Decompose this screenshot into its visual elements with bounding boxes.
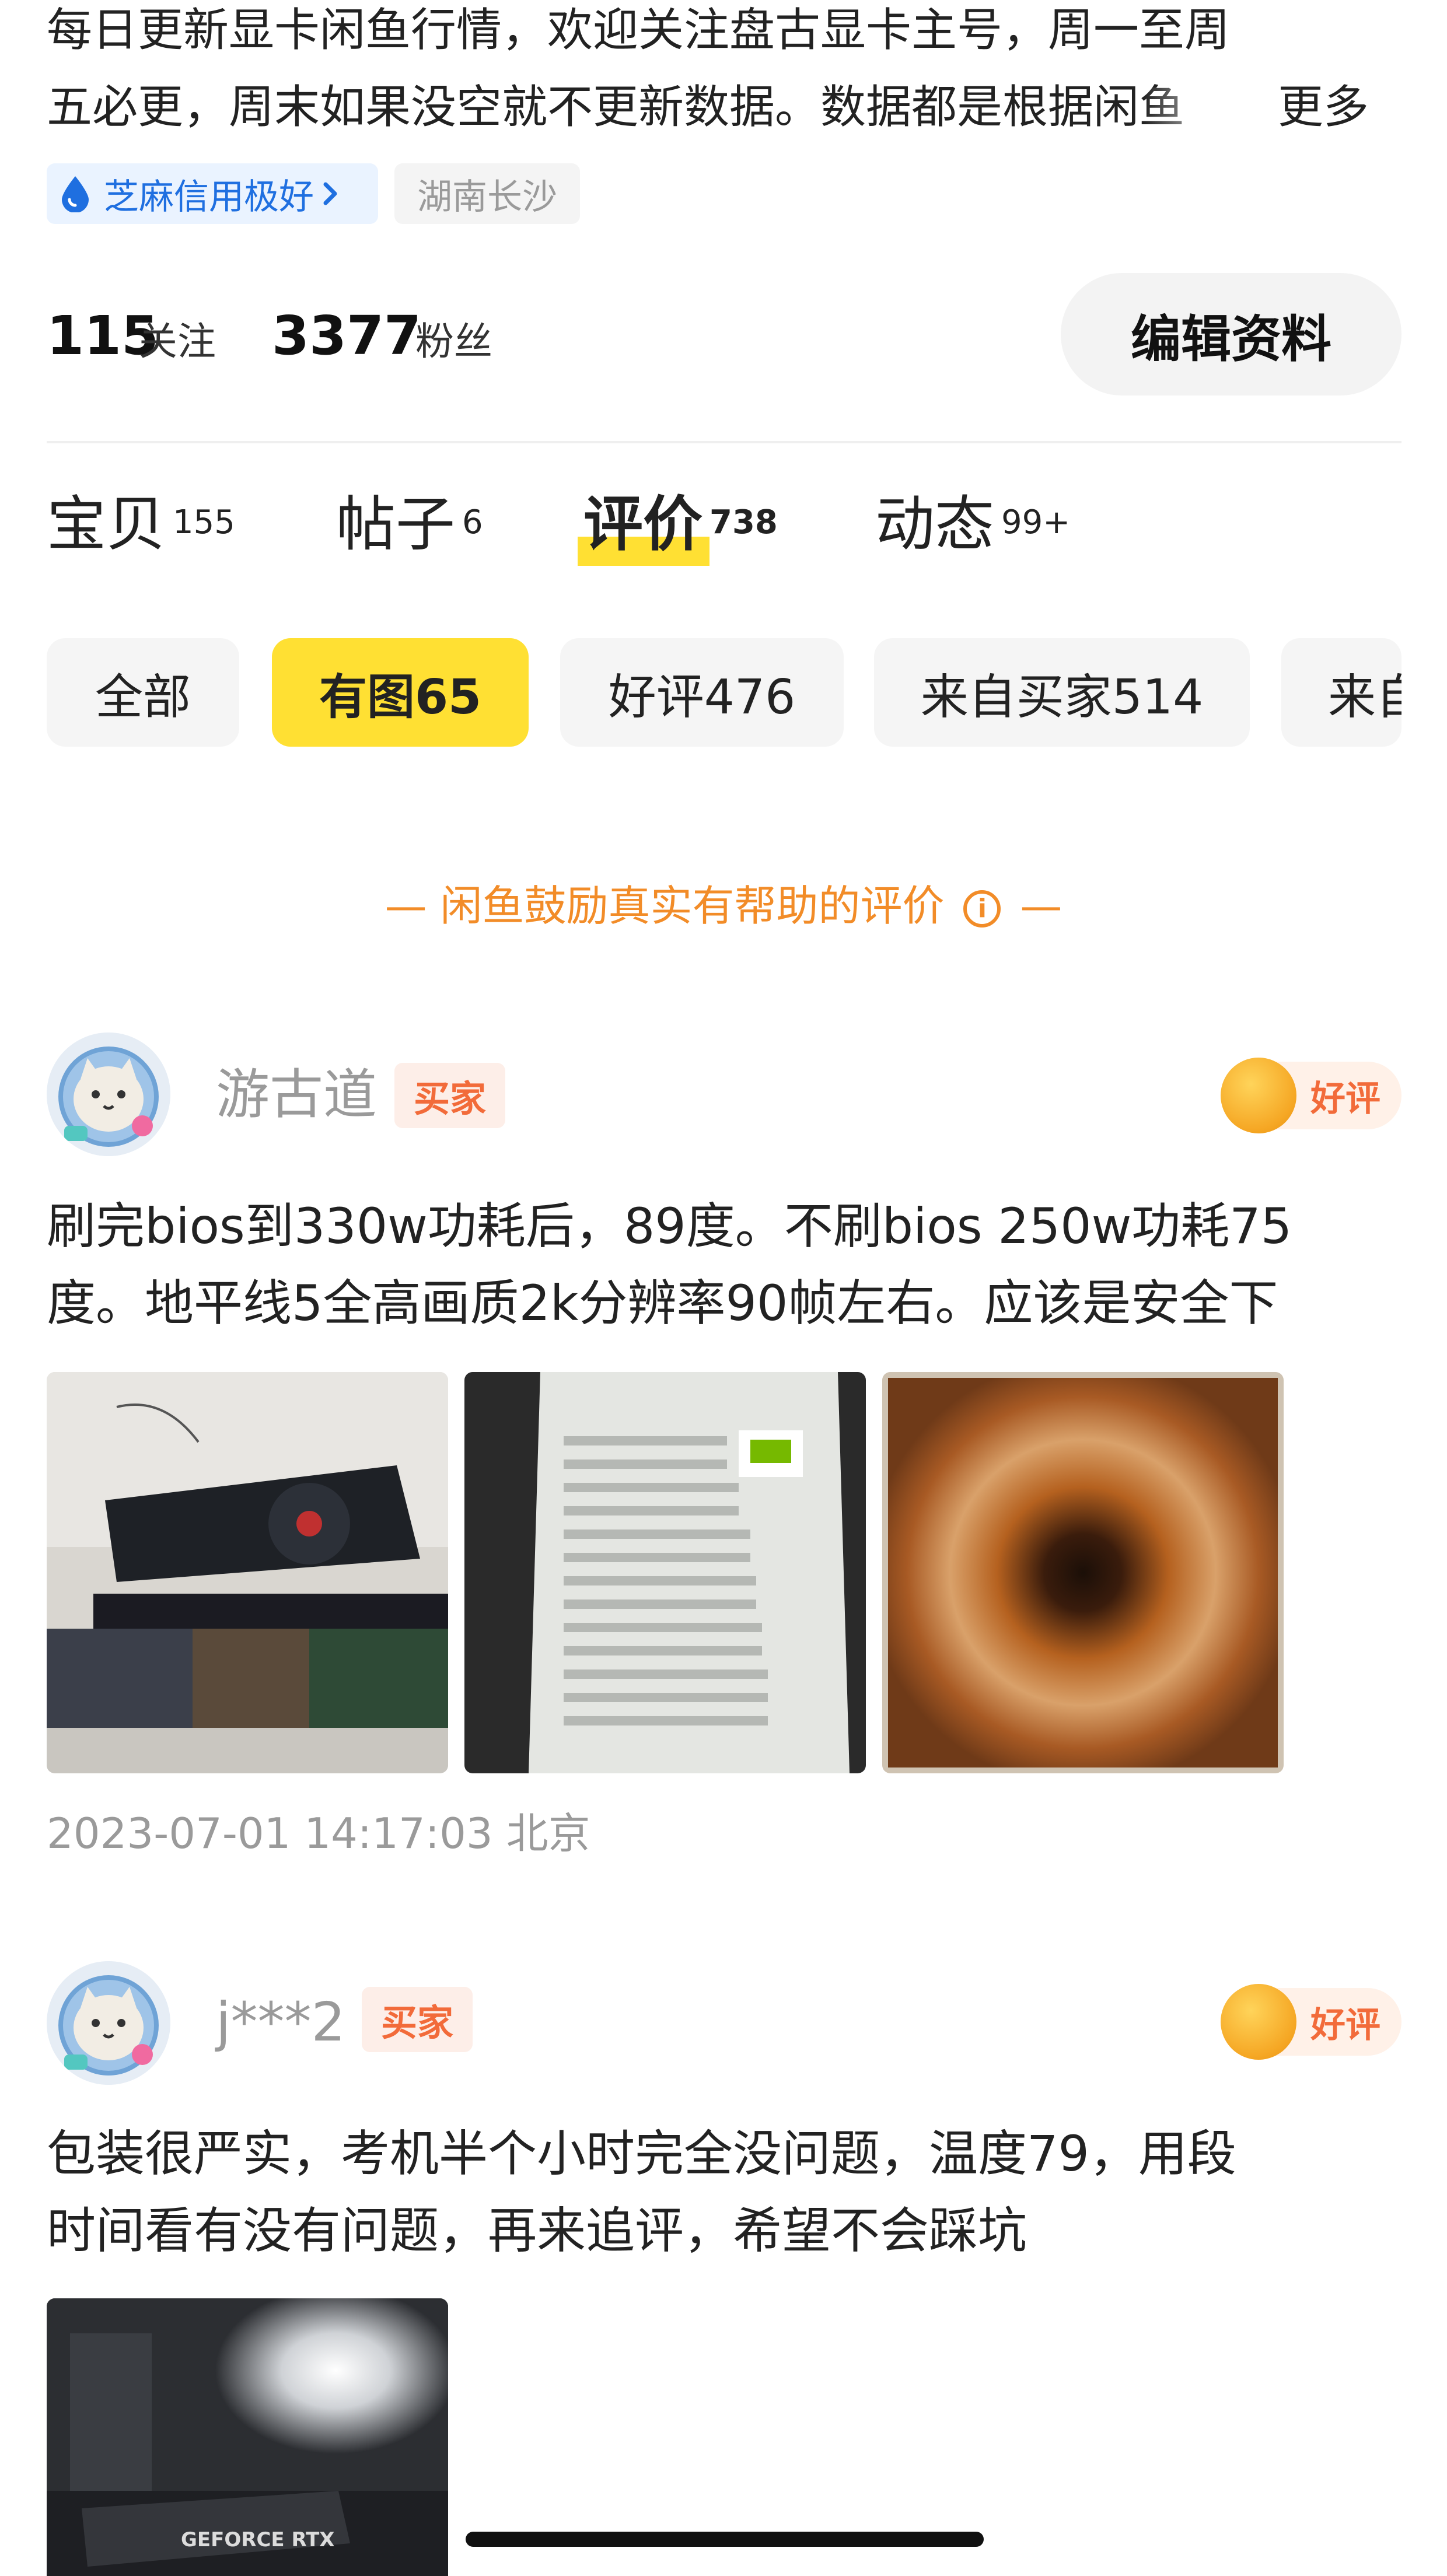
notice-text: 闲鱼鼓励真实有帮助的评价 — [440, 881, 945, 930]
tab-count: 155 — [173, 503, 235, 541]
review-text-line-2: 度。地平线5全高画质2k分辨率90帧左右。应该是安全下 — [47, 1275, 1278, 1332]
review-text-line-1: 刷完bios到330w功耗后，89度。不刷bios 250w功耗75 — [47, 1198, 1292, 1255]
thermal-paste-photo-icon — [882, 1372, 1284, 1773]
tab-count: 6 — [462, 503, 483, 541]
smile-emoji-icon — [1221, 1058, 1296, 1133]
tab-label: 帖子 — [336, 490, 455, 559]
buyer-tag: 买家 — [394, 1063, 505, 1128]
good-review-badge: 好评 — [1221, 1058, 1401, 1133]
review-photo-gpu-z[interactable] — [464, 1372, 866, 1773]
review-text-line-2: 时间看有没有问题，再来追评，希望不会踩坑 — [47, 2202, 1027, 2259]
tab-label: 宝贝 — [47, 490, 166, 559]
tab-activity[interactable]: 动态 99+ — [875, 484, 1070, 566]
tab-label: 评价 — [583, 490, 702, 559]
notice-dash-right: — — [1020, 881, 1062, 930]
home-indicator[interactable] — [466, 2532, 984, 2547]
photo-caption: GEFORCE RTX — [181, 2528, 335, 2552]
reviewer-name[interactable]: j***2 — [216, 1985, 345, 2060]
edit-profile-button[interactable]: 编辑资料 — [1061, 273, 1401, 396]
bio-more-link[interactable]: 更多 — [1278, 72, 1369, 142]
smile-emoji-icon — [1221, 1984, 1296, 2060]
chevron-right-icon — [323, 182, 337, 205]
review-photo-installed-gpu[interactable]: GEFORCE RTX — [47, 2298, 448, 2576]
avatar[interactable] — [47, 1961, 170, 2085]
info-icon[interactable]: i — [963, 890, 1001, 928]
rating-label: 好评 — [1310, 1078, 1380, 1119]
filter-chip-from-sellers[interactable]: 来自 — [1281, 638, 1401, 747]
filter-chip-all[interactable]: 全部 — [47, 638, 239, 747]
tab-label: 动态 — [875, 490, 994, 559]
reviewer-name[interactable]: 游古道 — [216, 1057, 377, 1133]
tab-reviews[interactable]: 评价 738 — [583, 484, 778, 566]
avatar[interactable] — [47, 1032, 170, 1156]
rating-label: 好评 — [1310, 2004, 1380, 2046]
filter-chip-positive[interactable]: 好评476 — [560, 638, 844, 747]
cat-astronaut-avatar-icon — [47, 1961, 170, 2085]
filter-chip-with-photos[interactable]: 有图65 — [272, 638, 529, 747]
review-photo-graphics-card[interactable] — [47, 1372, 448, 1773]
followers-label[interactable]: 粉丝 — [415, 313, 492, 371]
good-review-badge: 好评 — [1221, 1984, 1401, 2060]
tab-count: 738 — [709, 503, 778, 541]
notice-dash-left: — — [385, 881, 427, 930]
review-photo-thermal-paste[interactable] — [882, 1372, 1284, 1773]
divider — [47, 441, 1401, 443]
tab-items[interactable]: 宝贝 155 — [47, 484, 235, 566]
following-label[interactable]: 关注 — [139, 313, 216, 371]
tab-posts[interactable]: 帖子 6 — [336, 484, 483, 566]
gpu-z-screenshot-photo-icon — [464, 1372, 866, 1773]
review-timestamp: 2023-07-01 14:17:03 北京 — [47, 1809, 590, 1858]
followers-count[interactable]: 3377 — [272, 301, 421, 371]
graphics-card-photo-icon — [47, 1372, 448, 1773]
review-text-line-1: 包装很严实，考机半个小时完全没问题，温度79，用段 — [47, 2125, 1236, 2182]
buyer-tag: 买家 — [362, 1987, 473, 2052]
review-notice: — 闲鱼鼓励真实有帮助的评价 i — — [0, 874, 1447, 938]
filter-chip-from-buyers[interactable]: 来自买家514 — [874, 638, 1250, 747]
water-drop-icon — [62, 176, 89, 212]
cat-astronaut-avatar-icon — [47, 1032, 170, 1156]
bio-line-2: 五必更，周末如果没空就不更新数据。数据都是根据闲鱼 — [47, 81, 1185, 134]
credit-tag[interactable]: 芝麻信用极好 — [47, 163, 378, 224]
bio-line-1: 每日更新显卡闲鱼行情，欢迎关注盘古显卡主号，周一至周 — [47, 4, 1231, 57]
tab-count: 99+ — [1001, 503, 1071, 541]
location-tag: 湖南长沙 — [394, 163, 580, 224]
credit-tag-label: 芝麻信用极好 — [104, 176, 314, 218]
